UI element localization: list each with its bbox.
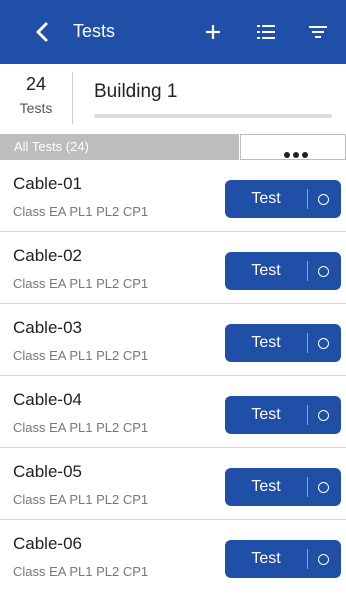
test-button[interactable]: Test (225, 180, 341, 218)
circle-icon (318, 194, 329, 205)
circle-icon (318, 410, 329, 421)
cable-spec: Class EA PL1 PL2 CP1 (13, 204, 149, 219)
test-button-label: Test (251, 190, 281, 207)
filter-icon[interactable] (306, 20, 330, 44)
cable-spec: Class EA PL1 PL2 CP1 (13, 564, 149, 579)
test-button-label: Test (251, 262, 281, 279)
button-divider (307, 261, 308, 281)
test-count: 24 (25, 74, 47, 94)
button-divider (307, 333, 308, 353)
app-bar: Tests (0, 0, 346, 64)
all-tests-tab[interactable]: All Tests (24) (0, 134, 239, 160)
test-button[interactable]: Test (225, 252, 341, 290)
add-icon[interactable] (201, 20, 225, 44)
back-chevron-icon[interactable] (32, 21, 54, 43)
cable-name: Cable-03 (13, 318, 82, 337)
circle-icon (318, 338, 329, 349)
test-button-label: Test (251, 478, 281, 495)
list-item[interactable]: Cable-02 Class EA PL1 PL2 CP1 Test (0, 232, 346, 304)
building-name[interactable]: Building 1 (94, 81, 177, 103)
circle-icon (318, 482, 329, 493)
test-button[interactable]: Test (225, 540, 341, 578)
circle-icon (318, 554, 329, 565)
building-underline (94, 114, 332, 118)
button-divider (307, 189, 308, 209)
cable-name: Cable-04 (13, 390, 82, 409)
filter-bar: All Tests (24) (0, 134, 346, 160)
cable-name: Cable-06 (13, 534, 82, 553)
test-list: Cable-01 Class EA PL1 PL2 CP1 Test Cable… (0, 160, 346, 592)
summary-panel: 24 Tests Building 1 (0, 64, 346, 132)
test-button[interactable]: Test (225, 468, 341, 506)
test-button-label: Test (251, 406, 281, 423)
test-button[interactable]: Test (225, 396, 341, 434)
cable-name: Cable-01 (13, 174, 82, 193)
button-divider (307, 549, 308, 569)
test-button[interactable]: Test (225, 324, 341, 362)
page-title: Tests (73, 21, 116, 41)
circle-icon (318, 266, 329, 277)
more-button[interactable] (240, 134, 346, 160)
button-divider (307, 405, 308, 425)
cable-spec: Class EA PL1 PL2 CP1 (13, 276, 149, 291)
test-button-label: Test (251, 334, 281, 351)
button-divider (307, 477, 308, 497)
list-item[interactable]: Cable-06 Class EA PL1 PL2 CP1 Test (0, 520, 346, 592)
cable-spec: Class EA PL1 PL2 CP1 (13, 420, 149, 435)
divider (72, 72, 73, 124)
list-item[interactable]: Cable-03 Class EA PL1 PL2 CP1 Test (0, 304, 346, 376)
list-item[interactable]: Cable-04 Class EA PL1 PL2 CP1 Test (0, 376, 346, 448)
test-count-label: Tests (19, 100, 53, 116)
cable-spec: Class EA PL1 PL2 CP1 (13, 492, 149, 507)
cable-spec: Class EA PL1 PL2 CP1 (13, 348, 149, 363)
cable-name: Cable-05 (13, 462, 82, 481)
cable-name: Cable-02 (13, 246, 82, 265)
test-button-label: Test (251, 550, 281, 567)
list-icon[interactable] (254, 20, 278, 44)
list-item[interactable]: Cable-01 Class EA PL1 PL2 CP1 Test (0, 160, 346, 232)
list-item[interactable]: Cable-05 Class EA PL1 PL2 CP1 Test (0, 448, 346, 520)
